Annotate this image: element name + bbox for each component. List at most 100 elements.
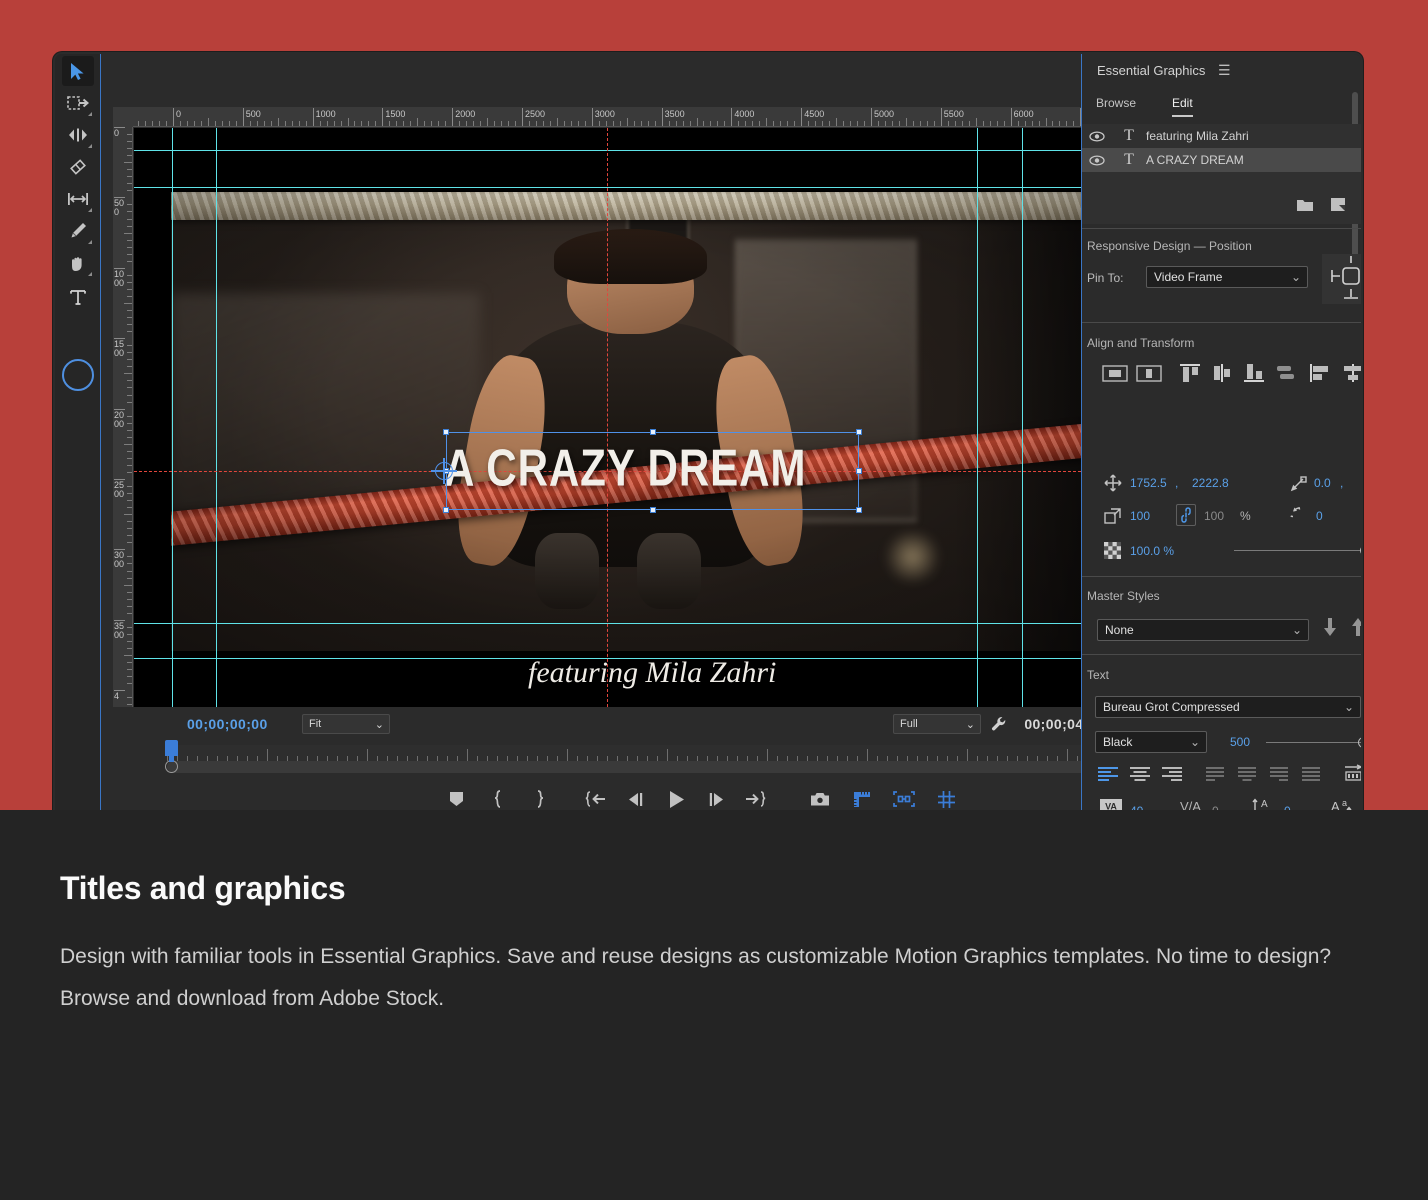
ruler-tick	[997, 121, 998, 126]
ruler-tick-label: 4000	[731, 108, 754, 126]
tool-expand-corner	[88, 112, 92, 116]
scrub-ruler[interactable]	[167, 745, 1107, 761]
ruler-tick	[1046, 118, 1047, 126]
ruler-tick	[354, 121, 355, 126]
align-left-icon[interactable]	[1309, 363, 1333, 388]
scale-y-value[interactable]: 100	[1204, 509, 1224, 523]
anchor-x-value[interactable]: 0.0	[1314, 476, 1331, 490]
ruler-tick	[403, 121, 404, 126]
ruler-tick	[236, 121, 237, 126]
ruler-tick	[878, 121, 879, 126]
slip-tool[interactable]	[62, 184, 94, 214]
ruler-tick	[515, 121, 516, 126]
align-text-center-icon[interactable]	[1130, 766, 1152, 787]
folder-icon[interactable]	[1296, 198, 1314, 217]
justify-right-icon[interactable]	[1270, 766, 1290, 787]
align-top-icon[interactable]	[1178, 363, 1202, 388]
justify-center-icon[interactable]	[1238, 766, 1258, 787]
font-style-select[interactable]: Black ⌄	[1095, 731, 1207, 753]
rotation-value[interactable]: 0	[1316, 509, 1323, 523]
text-direction-icon[interactable]	[1344, 764, 1361, 787]
ruler-tick	[127, 211, 132, 212]
title-text-subtitle[interactable]: featuring Mila Zahri	[528, 656, 776, 690]
track-select-forward-tool[interactable]	[62, 88, 94, 118]
ruler-tick	[127, 606, 132, 607]
opacity-value[interactable]: 100.0 %	[1130, 544, 1174, 558]
ruler-tick	[885, 121, 886, 126]
transport-controls: 00;00;00;00 Fit ⌄ Full ⌄ 00;00;04;29	[147, 707, 1127, 817]
ruler-tick	[683, 121, 684, 126]
panel-title: Essential Graphics	[1097, 63, 1205, 78]
ruler-tick	[361, 121, 362, 126]
zoom-level-select[interactable]: Fit ⌄	[302, 714, 390, 734]
ruler-tick	[306, 121, 307, 126]
font-family-select[interactable]: Bureau Grot Compressed ⌄	[1095, 696, 1361, 718]
scale-x-value[interactable]: 100	[1130, 509, 1150, 523]
razor-tool[interactable]	[62, 152, 94, 182]
position-y-value[interactable]: 2222.8	[1192, 476, 1229, 490]
align-text-left-icon[interactable]	[1098, 766, 1120, 787]
ruler-tick-label: 2500	[114, 479, 125, 499]
chevron-down-icon: ⌄	[1291, 270, 1301, 284]
wrench-icon[interactable]	[990, 715, 1009, 739]
layer-list: T featuring Mila Zahri T A CRAZY DREAM	[1082, 124, 1361, 190]
list-item[interactable]: T featuring Mila Zahri	[1082, 124, 1361, 148]
align-text-right-icon[interactable]	[1162, 766, 1184, 787]
playback-resolution-select[interactable]: Full ⌄	[893, 714, 981, 734]
ruler-tick	[620, 121, 621, 126]
position-x-value[interactable]: 1752.5	[1130, 476, 1167, 490]
justify-all-icon[interactable]	[1302, 766, 1322, 787]
align-horizontal-center-icon[interactable]	[1341, 363, 1361, 388]
link-icon[interactable]	[1176, 504, 1196, 526]
align-vertical-center-icon[interactable]	[1210, 363, 1234, 388]
font-size-slider-track[interactable]	[1266, 742, 1361, 743]
pin-to-select[interactable]: Video Frame ⌄	[1146, 266, 1308, 288]
ruler-tick	[180, 121, 181, 126]
video-canvas[interactable]	[134, 128, 1081, 707]
text-selection-bounding-box[interactable]	[446, 432, 859, 510]
align-vertical-center-video-frame-icon[interactable]	[1136, 364, 1162, 388]
font-size-slider-handle[interactable]	[1358, 737, 1361, 748]
eye-icon[interactable]	[1082, 131, 1112, 142]
eye-icon[interactable]	[1082, 155, 1112, 166]
current-timecode[interactable]: 00;00;00;00	[187, 716, 268, 732]
ruler-tick	[127, 345, 132, 346]
align-horizontal-center-video-frame-icon[interactable]	[1102, 364, 1128, 388]
font-size-value[interactable]: 500	[1230, 735, 1250, 749]
new-layer-icon[interactable]	[1330, 197, 1346, 217]
tab-browse[interactable]: Browse	[1096, 96, 1136, 115]
ruler-tick	[1025, 121, 1026, 126]
distribute-vertical-icon[interactable]	[1274, 365, 1298, 386]
arrow-down-icon[interactable]	[1322, 617, 1338, 642]
selection-tool[interactable]	[62, 56, 94, 86]
ruler-tick	[690, 121, 691, 126]
align-bottom-icon[interactable]	[1242, 363, 1266, 388]
essential-graphics-panel: Essential Graphics ☰ Browse Edit T featu…	[1081, 54, 1361, 817]
opacity-slider-track[interactable]	[1234, 550, 1361, 551]
hand-tool[interactable]	[62, 248, 94, 278]
ruler-tick	[127, 437, 132, 438]
scrub-tick	[367, 749, 368, 761]
hamburger-menu-icon[interactable]: ☰	[1218, 62, 1231, 79]
ripple-edit-tool[interactable]	[62, 120, 94, 150]
ruler-tick	[899, 121, 900, 126]
list-item[interactable]: T A CRAZY DREAM	[1082, 148, 1361, 172]
pen-tool[interactable]	[62, 216, 94, 246]
ruler-tick	[127, 556, 132, 557]
justify-left-icon[interactable]	[1206, 766, 1226, 787]
ruler-tick	[641, 121, 642, 126]
ruler-tick	[494, 121, 495, 126]
type-tool[interactable]	[62, 282, 94, 312]
master-styles-select[interactable]: None ⌄	[1097, 619, 1309, 641]
vertical-ruler[interactable]: 05001000150020002500300035004	[113, 127, 133, 707]
panel-header: Essential Graphics ☰	[1082, 54, 1361, 86]
pin-direction-control[interactable]	[1322, 254, 1361, 304]
opacity-slider-handle[interactable]	[1360, 545, 1361, 556]
ruler-tick	[431, 121, 432, 126]
playhead[interactable]	[165, 740, 178, 756]
ruler-tick	[585, 121, 586, 126]
horizontal-ruler[interactable]: 0500100015002000250030003500400045005000…	[133, 107, 1081, 127]
arrow-up-icon[interactable]	[1350, 617, 1361, 642]
zoom-scroll-track[interactable]	[167, 761, 1107, 773]
tab-edit[interactable]: Edit	[1172, 96, 1193, 117]
